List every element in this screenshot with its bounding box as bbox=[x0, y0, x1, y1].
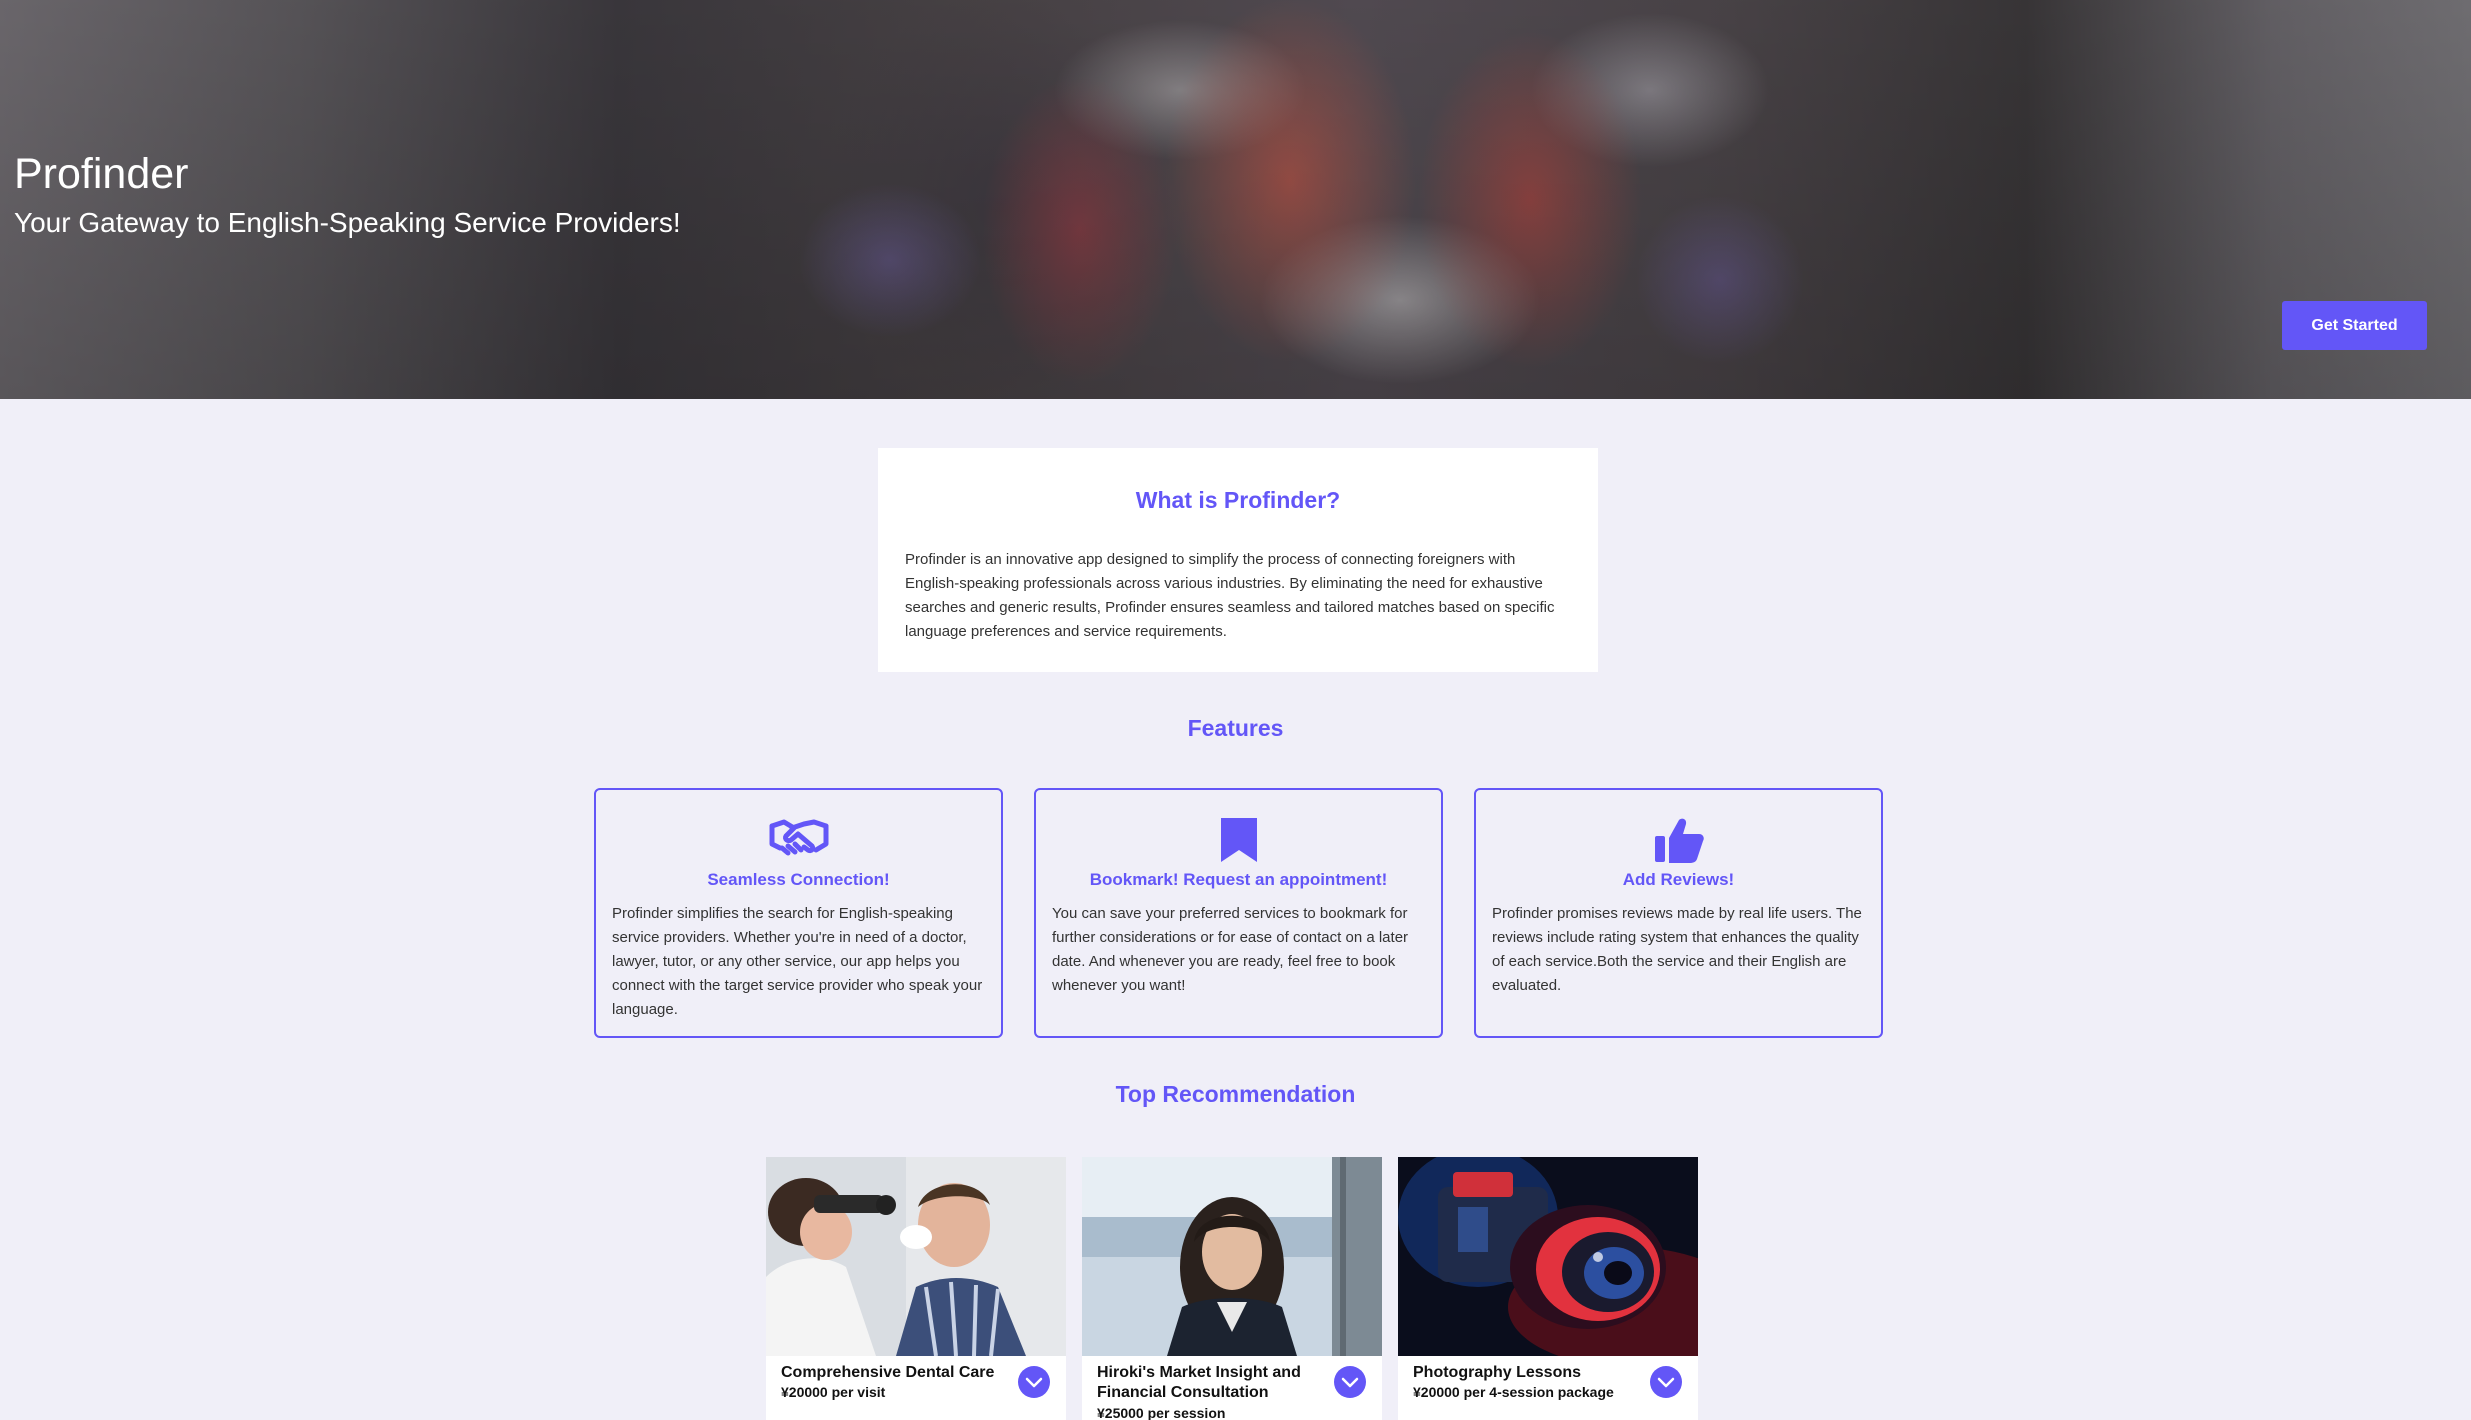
recommendation-title: Comprehensive Dental Care bbox=[781, 1364, 995, 1381]
recommendation-card-financial[interactable]: Hiroki's Market Insight and Financial Co… bbox=[1082, 1157, 1382, 1420]
feature-body: Profinder promises reviews made by real … bbox=[1492, 905, 1862, 994]
expand-details-button[interactable] bbox=[1334, 1366, 1366, 1398]
expand-details-button[interactable] bbox=[1650, 1366, 1682, 1398]
hero-banner: Profinder Your Gateway to English-Speaki… bbox=[0, 0, 2471, 399]
features-heading: Features bbox=[1187, 715, 1284, 741]
hero-title: Profinder bbox=[14, 150, 189, 198]
recommendation-title: Hiroki's Market Insight and Financial Co… bbox=[1097, 1364, 1301, 1401]
recommendation-heading: Top Recommendation bbox=[1115, 1081, 1356, 1107]
handshake-icon bbox=[769, 819, 828, 856]
feature-title: Bookmark! Request an appointment! bbox=[1089, 870, 1388, 889]
camera-photo bbox=[1398, 1157, 1698, 1356]
thumbs-up-icon bbox=[1654, 818, 1704, 863]
dental-care-photo bbox=[766, 1157, 1066, 1356]
recommendation-price: ¥25000 per session bbox=[1097, 1405, 1226, 1420]
recommendation-price: ¥20000 per visit bbox=[781, 1384, 886, 1400]
recommendation-price: ¥20000 per 4-session package bbox=[1413, 1384, 1614, 1400]
feature-body: Profinder simplifies the search for Engl… bbox=[612, 905, 983, 1018]
chevron-down-icon bbox=[1657, 1377, 1675, 1388]
recommendation-card-dental[interactable]: Comprehensive Dental Care ¥20000 per vis… bbox=[766, 1157, 1066, 1420]
feature-card-seamless-connection: Seamless Connection! Profinder simplifie… bbox=[594, 788, 1003, 1038]
chevron-down-icon bbox=[1341, 1377, 1359, 1388]
chevron-down-icon bbox=[1025, 1377, 1043, 1388]
recommendation-title: Photography Lessons bbox=[1413, 1364, 1582, 1381]
hero-subtitle: Your Gateway to English-Speaking Service… bbox=[14, 207, 681, 238]
about-heading: What is Profinder? bbox=[1135, 487, 1341, 513]
feature-card-bookmark: Bookmark! Request an appointment! You ca… bbox=[1034, 788, 1443, 1038]
about-card: What is Profinder? Profinder is an innov… bbox=[878, 448, 1598, 672]
bookmark-icon bbox=[1220, 818, 1257, 862]
financial-consultant-photo bbox=[1082, 1157, 1382, 1356]
feature-body: You can save your preferred services to … bbox=[1052, 905, 1409, 994]
feature-title: Seamless Connection! bbox=[707, 870, 890, 889]
about-body: Profinder is an innovative app designed … bbox=[905, 551, 1555, 640]
feature-card-add-reviews: Add Reviews! Profinder promises reviews … bbox=[1474, 788, 1883, 1038]
get-started-button[interactable]: Get Started bbox=[2282, 301, 2427, 350]
feature-title: Add Reviews! bbox=[1622, 870, 1735, 889]
expand-details-button[interactable] bbox=[1018, 1366, 1050, 1398]
recommendation-card-photography[interactable]: Photography Lessons ¥20000 per 4-session… bbox=[1398, 1157, 1698, 1420]
